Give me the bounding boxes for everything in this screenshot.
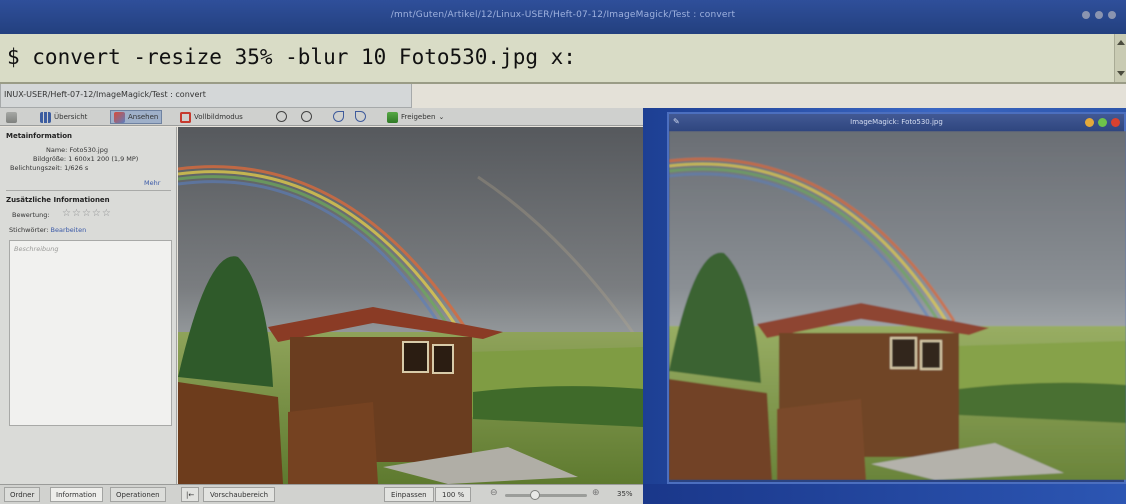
- view-image-icon: [114, 111, 125, 123]
- zoom-value: 35%: [617, 490, 633, 498]
- gwenview-statusbar: Ordner Information Operationen |← Vorsch…: [0, 484, 643, 504]
- terminal-titlebar: /mnt/Guten/Artikel/12/Linux-USER/Heft-07…: [0, 0, 1126, 34]
- fullscreen-icon: [180, 111, 191, 123]
- fullscreen-label: Vollbildmodus: [194, 113, 243, 121]
- imagemagick-title: ImageMagick: Foto530.jpg: [850, 118, 943, 126]
- maximize-button[interactable]: [1095, 11, 1103, 19]
- gwenview-title-text: INUX-USER/Heft-07-12/ImageMagick/Test : …: [4, 90, 206, 99]
- scroll-down-icon[interactable]: [1117, 71, 1125, 76]
- meta-header: Metainformation: [6, 132, 73, 140]
- exposure-label: Belichtungszeit:: [10, 164, 63, 172]
- terminal-body[interactable]: $ convert -resize 35% -blur 10 Foto530.j…: [0, 34, 1126, 84]
- description-field[interactable]: Beschreibung: [9, 240, 172, 426]
- zoom-in-icon[interactable]: ⊕: [592, 488, 600, 498]
- star-icon[interactable]: ☆: [102, 209, 111, 219]
- imagemagick-titlebar: ✎ ImageMagick: Foto530.jpg: [669, 114, 1124, 131]
- minimize-button[interactable]: [1085, 118, 1094, 127]
- keywords-label: Stichwörter:: [9, 226, 49, 234]
- toggle-sidebar-button[interactable]: |←: [181, 487, 200, 502]
- imagemagick-photo[interactable]: [669, 131, 1126, 480]
- star-icon[interactable]: ☆: [72, 209, 81, 219]
- description-placeholder: Beschreibung: [14, 245, 59, 253]
- gwenview-photo[interactable]: [178, 127, 643, 484]
- preview-button[interactable]: Vorschaubereich: [203, 487, 276, 502]
- overview-label: Übersicht: [54, 113, 88, 121]
- close-button[interactable]: [1111, 118, 1120, 127]
- view-label: Ansehen: [128, 113, 159, 121]
- extra-header: Zusätzliche Informationen: [6, 196, 110, 204]
- star-icon[interactable]: ☆: [92, 209, 101, 219]
- home-button[interactable]: [6, 110, 20, 124]
- terminal-window-buttons: [1082, 11, 1116, 19]
- share-button[interactable]: Freigeben ⌄: [387, 110, 444, 124]
- maximize-button[interactable]: [1098, 118, 1107, 127]
- star-icon[interactable]: ☆: [82, 209, 91, 219]
- minimize-button[interactable]: [1082, 11, 1090, 19]
- more-link[interactable]: Mehr: [144, 179, 160, 187]
- star-icon[interactable]: ☆: [62, 209, 71, 219]
- terminal-command: $ convert -resize 35% -blur 10 Foto530.j…: [7, 45, 576, 69]
- gwenview-toolbar: Übersicht Ansehen Vollbildmodus Freigebe…: [0, 108, 643, 126]
- overview-button[interactable]: Übersicht: [40, 110, 87, 124]
- previous-icon[interactable]: [276, 111, 287, 122]
- zoom-out-icon[interactable]: ⊖: [490, 488, 498, 498]
- rainbow-photo-blurred: [669, 131, 1126, 480]
- zoom-slider-knob[interactable]: [530, 490, 541, 500]
- name-value: Foto530.jpg: [69, 146, 108, 154]
- tab-folders[interactable]: Ordner: [4, 487, 41, 502]
- imagemagick-window-buttons: [1085, 118, 1120, 127]
- next-icon[interactable]: [301, 111, 312, 122]
- grid-icon: [40, 111, 51, 123]
- rating-stars[interactable]: ☆ ☆ ☆ ☆ ☆: [62, 209, 111, 219]
- keywords-edit-link[interactable]: Bearbeiten: [51, 226, 87, 234]
- name-label: Name:: [46, 146, 68, 154]
- fullscreen-button[interactable]: Vollbildmodus: [180, 110, 243, 124]
- view-button[interactable]: Ansehen: [110, 110, 163, 124]
- gwenview-window-title: INUX-USER/Heft-07-12/ImageMagick/Test : …: [0, 84, 412, 108]
- terminal-title: /mnt/Guten/Artikel/12/Linux-USER/Heft-07…: [390, 10, 736, 20]
- home-icon: [6, 111, 17, 123]
- scroll-up-icon[interactable]: [1117, 40, 1125, 45]
- share-icon: [387, 111, 398, 123]
- divider: [6, 190, 171, 191]
- tab-information[interactable]: Information: [50, 487, 103, 502]
- rotate-left-icon[interactable]: [355, 111, 366, 122]
- fit-button[interactable]: Einpassen: [384, 487, 434, 502]
- rainbow-photo: [178, 127, 643, 484]
- zoom-100-button[interactable]: 100 %: [435, 487, 472, 502]
- chevron-down-icon: ⌄: [438, 113, 445, 121]
- rotate-right-icon[interactable]: [333, 111, 344, 122]
- rating-label: Bewertung:: [12, 211, 50, 219]
- sidebar-toggle-icon: |←: [186, 491, 195, 499]
- tab-operations[interactable]: Operationen: [110, 487, 166, 502]
- info-sidebar: Metainformation Name: Foto530.jpg Bildgr…: [0, 127, 177, 484]
- terminal-scrollbar[interactable]: [1114, 34, 1126, 82]
- desktop-bottom-edge: [643, 484, 1126, 504]
- zoom-slider[interactable]: [505, 490, 587, 500]
- size-value: 1 600x1 200 (1,9 MP): [68, 155, 139, 163]
- close-button[interactable]: [1108, 11, 1116, 19]
- exposure-value: 1/626 s: [64, 164, 89, 172]
- size-label: Bildgröße:: [33, 155, 67, 163]
- title-bar-background: [412, 84, 1126, 108]
- share-label: Freigeben: [401, 113, 436, 121]
